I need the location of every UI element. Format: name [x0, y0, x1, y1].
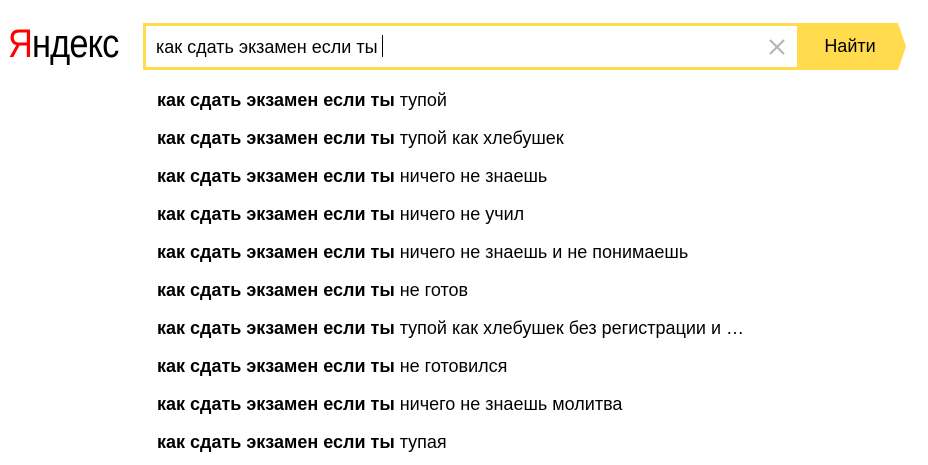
- suggestion-item[interactable]: как сдать экзамен если ты не готовился: [157, 351, 744, 389]
- suggestion-bold: как сдать экзамен если ты: [157, 432, 395, 452]
- suggestion-rest: ничего не учил: [399, 204, 525, 224]
- suggestions-list: как сдать экзамен если ты тупой как сдат…: [157, 85, 744, 465]
- suggestion-item[interactable]: как сдать экзамен если ты не готов: [157, 275, 744, 313]
- suggestion-rest: ничего не знаешь молитва: [399, 394, 623, 414]
- logo-first-letter: Я: [8, 22, 33, 66]
- suggestion-bold: как сдать экзамен если ты: [157, 280, 395, 300]
- suggestion-bold: как сдать экзамен если ты: [157, 90, 395, 110]
- search-query: как сдать экзамен если ты: [156, 37, 378, 57]
- logo-rest: ндекс: [31, 22, 119, 66]
- suggestion-rest: тупой как хлебушек без регистрации и …: [399, 318, 745, 338]
- suggestion-rest: тупой: [399, 90, 447, 110]
- suggestion-bold: как сдать экзамен если ты: [157, 242, 395, 262]
- suggestion-bold: как сдать экзамен если ты: [157, 128, 395, 148]
- suggestion-rest: не готовился: [399, 356, 508, 376]
- close-icon[interactable]: [767, 37, 787, 57]
- suggestion-rest: тупая: [399, 432, 447, 452]
- suggestion-rest: ничего не знаешь: [399, 166, 548, 186]
- search-box[interactable]: как сдать экзамен если ты: [143, 23, 800, 70]
- search-input[interactable]: как сдать экзамен если ты: [156, 35, 383, 59]
- suggestion-bold: как сдать экзамен если ты: [157, 318, 395, 338]
- suggestion-item[interactable]: как сдать экзамен если ты ничего не знае…: [157, 161, 744, 199]
- suggestion-bold: как сдать экзамен если ты: [157, 166, 395, 186]
- yandex-logo[interactable]: Яндекс: [8, 20, 119, 68]
- suggestion-item[interactable]: как сдать экзамен если ты ничего не учил: [157, 199, 744, 237]
- search-button-label: Найти: [824, 36, 876, 56]
- suggestion-item[interactable]: как сдать экзамен если ты ничего не знае…: [157, 389, 744, 427]
- suggestion-item[interactable]: как сдать экзамен если ты тупой как хлеб…: [157, 123, 744, 161]
- suggestion-bold: как сдать экзамен если ты: [157, 356, 395, 376]
- suggestion-item[interactable]: как сдать экзамен если ты тупой: [157, 85, 744, 123]
- suggestion-bold: как сдать экзамен если ты: [157, 204, 395, 224]
- suggestion-rest: ничего не знаешь и не понимаешь: [399, 242, 689, 262]
- suggestion-item[interactable]: как сдать экзамен если ты ничего не знае…: [157, 237, 744, 275]
- suggestion-item[interactable]: как сдать экзамен если ты тупой как хлеб…: [157, 313, 744, 351]
- suggestion-rest: не готов: [399, 280, 469, 300]
- suggestion-bold: как сдать экзамен если ты: [157, 394, 395, 414]
- suggestion-rest: тупой как хлебушек: [399, 128, 564, 148]
- suggestion-item[interactable]: как сдать экзамен если ты тупая: [157, 427, 744, 465]
- search-button[interactable]: Найти: [800, 23, 906, 70]
- text-caret: [381, 35, 383, 57]
